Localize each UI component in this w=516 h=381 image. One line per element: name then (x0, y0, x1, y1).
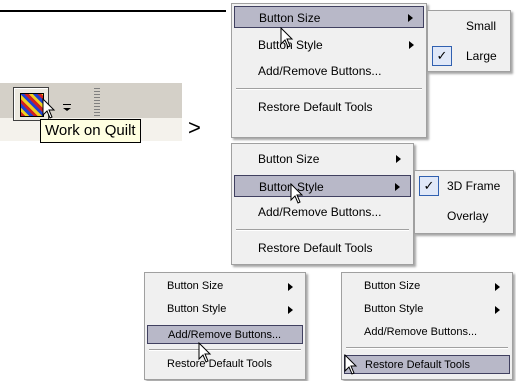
mouse-cursor-icon (42, 98, 56, 119)
menu-item-label: Restore Default Tools (258, 100, 373, 114)
menu-item-restore-default-tools[interactable]: Restore Default Tools (147, 355, 303, 374)
top-divider-line (0, 10, 226, 12)
quilt-icon (20, 93, 44, 117)
submenu-arrow-icon (408, 14, 413, 22)
submenu-button-style: ✓ 3D Frame Overlay (414, 170, 514, 234)
menu-item-restore-default-tools[interactable]: Restore Default Tools (344, 355, 510, 374)
menu-item-add-remove-buttons[interactable]: Add/Remove Buttons... (147, 325, 303, 344)
menu-item-button-size[interactable]: Button Size (344, 277, 510, 296)
submenu-item-label: Overlay (447, 209, 489, 223)
context-menu-4: Button Size Button Style Add/Remove Butt… (341, 272, 513, 380)
submenu-item-large[interactable]: Large (430, 45, 508, 67)
menu-item-label: Restore Default Tools (258, 241, 373, 255)
menu-item-label: Button Style (364, 303, 424, 315)
menu-item-label: Restore Default Tools (167, 358, 272, 370)
menu-item-label: Add/Remove Buttons... (168, 329, 282, 341)
submenu-arrow-icon (395, 183, 400, 191)
menu-item-button-size[interactable]: Button Size (234, 148, 411, 170)
step-arrow: > (188, 115, 201, 140)
menu-item-button-size[interactable]: Button Size (234, 6, 424, 28)
menu-item-label: Add/Remove Buttons... (258, 64, 382, 78)
submenu-arrow-icon (288, 306, 293, 314)
submenu-arrow-icon (495, 283, 500, 291)
submenu-arrow-icon (409, 41, 414, 49)
menu-separator (236, 229, 409, 231)
menu-item-restore-default-tools[interactable]: Restore Default Tools (234, 96, 424, 118)
mouse-cursor-icon (280, 27, 294, 48)
mouse-cursor-icon (198, 342, 212, 363)
menu-item-add-remove-buttons[interactable]: Add/Remove Buttons... (234, 60, 424, 82)
context-menu-1: Button Size Button Style Add/Remove Butt… (231, 3, 427, 138)
menu-item-label: Button Size (364, 280, 421, 292)
menu-item-label: Restore Default Tools (365, 359, 470, 371)
menu-separator (149, 349, 301, 351)
submenu-item-label: Small (466, 19, 497, 33)
submenu-item-small[interactable]: Small (430, 15, 508, 37)
tooltip: Work on Quilt (40, 119, 141, 143)
submenu-item-label: 3D Frame (447, 179, 501, 193)
submenu-item-label: Large (466, 49, 497, 63)
mouse-cursor-icon (344, 354, 358, 375)
menu-item-label: Button Style (167, 303, 227, 315)
submenu-item-3d-frame[interactable]: 3D Frame (417, 175, 511, 197)
menu-item-button-style[interactable]: Button Style (344, 300, 510, 319)
submenu-arrow-icon (396, 155, 401, 163)
menu-item-restore-default-tools[interactable]: Restore Default Tools (234, 237, 411, 259)
toolbar-grip[interactable] (94, 88, 100, 116)
menu-item-button-style[interactable]: Button Style (234, 34, 424, 56)
menu-item-add-remove-buttons[interactable]: Add/Remove Buttons... (344, 323, 510, 342)
menu-item-add-remove-buttons[interactable]: Add/Remove Buttons... (234, 201, 411, 223)
submenu-item-overlay[interactable]: Overlay (417, 205, 511, 227)
menu-item-button-style[interactable]: Button Style (234, 175, 411, 197)
menu-separator (346, 347, 508, 349)
menu-item-button-size[interactable]: Button Size (147, 277, 303, 296)
submenu-button-size: Small ✓ Large (427, 10, 511, 72)
dropdown-arrow-icon[interactable] (62, 103, 72, 111)
menu-item-button-style[interactable]: Button Style (147, 300, 303, 319)
submenu-arrow-icon (495, 306, 500, 314)
menu-item-label: Add/Remove Buttons... (364, 326, 478, 338)
menu-separator (236, 88, 422, 90)
mouse-cursor-icon (290, 183, 304, 204)
menu-item-label: Button Size (167, 280, 224, 292)
context-menu-2: Button Size Button Style Add/Remove Butt… (231, 143, 414, 265)
menu-item-label: Add/Remove Buttons... (258, 205, 382, 219)
menu-item-label: Button Size (259, 11, 321, 25)
menu-item-label: Button Size (258, 152, 320, 166)
submenu-arrow-icon (288, 283, 293, 291)
context-menu-3: Button Size Button Style Add/Remove Butt… (144, 272, 306, 380)
